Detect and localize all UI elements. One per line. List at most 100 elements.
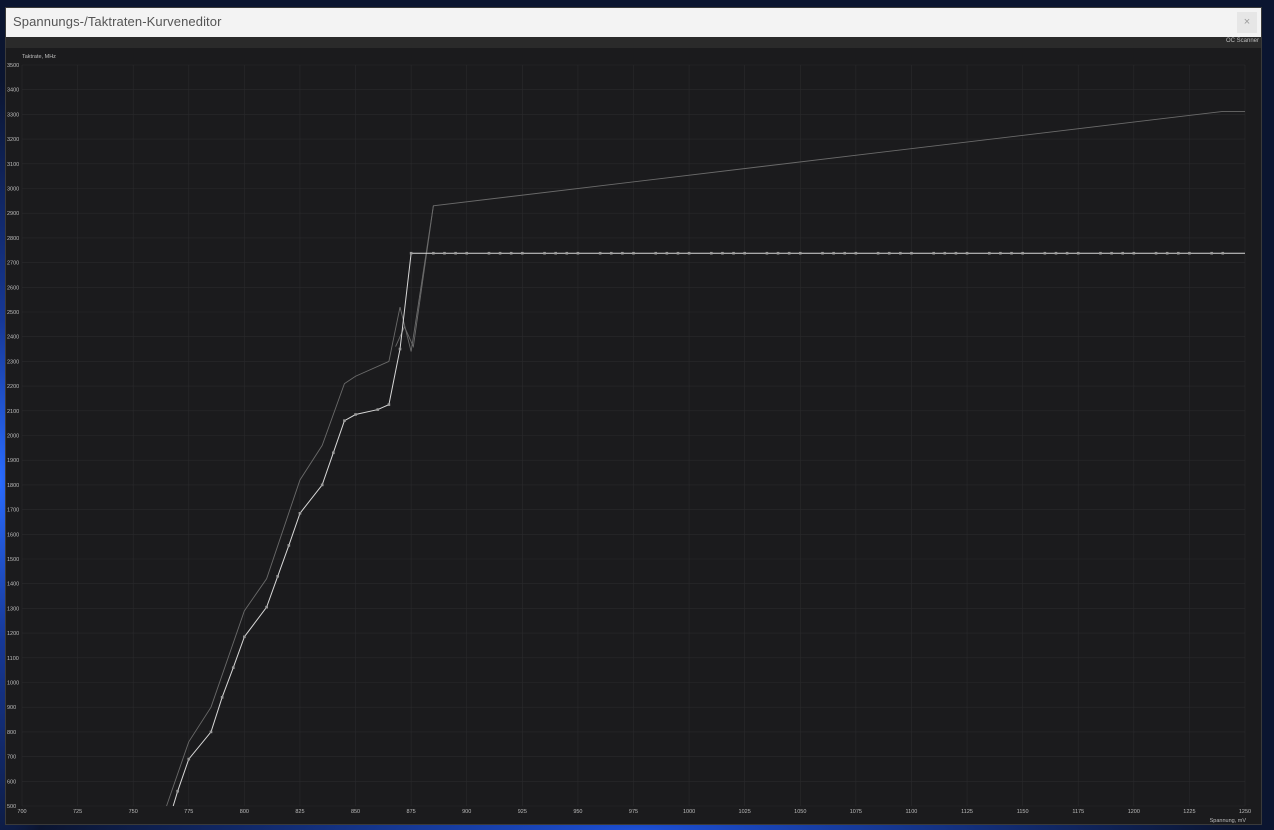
curve-point[interactable] xyxy=(965,251,969,255)
y-tick-label: 2700 xyxy=(7,261,19,267)
x-tick-label: 1100 xyxy=(906,809,918,815)
curve-point[interactable] xyxy=(843,251,847,255)
curve-point[interactable] xyxy=(387,403,391,406)
curve-point[interactable] xyxy=(354,413,357,416)
curve-point[interactable] xyxy=(376,408,380,411)
curve-point[interactable] xyxy=(543,251,546,255)
curve-point[interactable] xyxy=(276,574,280,578)
curve-point[interactable] xyxy=(1154,251,1158,255)
curve-point[interactable] xyxy=(554,251,557,255)
curve-point[interactable] xyxy=(320,483,324,487)
close-button[interactable]: × xyxy=(1237,12,1257,33)
curve-point[interactable] xyxy=(176,789,179,793)
oc-scanner-button[interactable]: OC Scanner xyxy=(1226,38,1259,44)
chart-area[interactable]: 700 725 750 775 800 825 850 875 900 925 950 975 1000… xyxy=(6,48,1261,825)
curve-point[interactable] xyxy=(621,251,624,255)
y-tick-label: 500 xyxy=(7,804,16,810)
curve-point[interactable] xyxy=(1043,251,1047,255)
curve-point[interactable] xyxy=(332,451,335,455)
curve-point[interactable] xyxy=(454,251,457,255)
curve-point[interactable] xyxy=(220,696,224,699)
curve-point[interactable] xyxy=(1010,251,1013,255)
curve-point[interactable] xyxy=(1099,251,1102,255)
curve-point[interactable] xyxy=(1132,251,1136,255)
curve-point[interactable] xyxy=(999,251,1002,255)
curve-point[interactable] xyxy=(1165,251,1169,255)
curve-point[interactable] xyxy=(676,251,680,255)
x-tick-label: 950 xyxy=(573,809,582,815)
curve-point[interactable] xyxy=(932,251,935,255)
curve-point[interactable] xyxy=(565,251,569,255)
curve-point[interactable] xyxy=(498,251,502,255)
curve-point[interactable] xyxy=(854,251,858,255)
x-tick-label: 1175 xyxy=(1072,809,1084,815)
curve-point[interactable] xyxy=(1076,251,1080,255)
curve-points[interactable] xyxy=(176,251,1225,793)
curve-point[interactable] xyxy=(343,419,346,422)
x-tick-label: 1125 xyxy=(961,809,973,815)
x-tick-label: 1050 xyxy=(794,809,806,815)
curve-point[interactable] xyxy=(732,251,735,255)
frequency-curve[interactable] xyxy=(172,252,1245,807)
curve-point[interactable] xyxy=(798,251,802,255)
curve-point[interactable] xyxy=(765,251,769,255)
x-tick-label: 700 xyxy=(17,809,26,815)
curve-point[interactable] xyxy=(1110,251,1113,255)
curve-point[interactable] xyxy=(910,251,913,255)
y-tick-label: 2100 xyxy=(7,409,19,415)
curve-point[interactable] xyxy=(231,666,235,669)
curve-point[interactable] xyxy=(1021,251,1024,255)
curve-point[interactable] xyxy=(432,251,435,255)
y-tick-label: 2200 xyxy=(7,384,19,390)
y-tick-label: 1700 xyxy=(7,508,19,514)
curve-point[interactable] xyxy=(987,251,991,255)
curve-point[interactable] xyxy=(832,251,835,255)
curve-point[interactable] xyxy=(821,251,824,255)
toolbar: OC Scanner xyxy=(6,37,1261,48)
curve-point[interactable] xyxy=(509,251,513,255)
curve-point[interactable] xyxy=(609,251,613,255)
curve-point[interactable] xyxy=(187,757,191,761)
curve-point[interactable] xyxy=(1176,251,1180,255)
curve-point[interactable] xyxy=(943,251,947,255)
curve-point[interactable] xyxy=(743,251,746,255)
curve-point[interactable] xyxy=(298,512,302,515)
curve-point[interactable] xyxy=(1221,251,1225,255)
curve-point[interactable] xyxy=(1121,251,1124,255)
title-bar[interactable]: Spannungs-/Taktraten-Kurveneditor × xyxy=(6,8,1261,38)
y-tick-label: 600 xyxy=(7,779,16,785)
y-tick-label: 3100 xyxy=(7,162,19,168)
curve-point[interactable] xyxy=(1188,251,1191,255)
curve-point[interactable] xyxy=(899,251,902,255)
curve-point[interactable] xyxy=(1054,251,1058,255)
curve-point[interactable] xyxy=(265,605,268,609)
curve-point[interactable] xyxy=(665,251,669,255)
curve-point[interactable] xyxy=(776,251,780,255)
curve-point[interactable] xyxy=(721,251,724,255)
curve-point[interactable] xyxy=(443,251,446,255)
curve-point[interactable] xyxy=(576,251,580,255)
curve-point[interactable] xyxy=(954,251,958,255)
curve-point[interactable] xyxy=(887,251,891,255)
voltage-frequency-chart[interactable]: 700 725 750 775 800 825 850 875 900 925 950 975 1000… xyxy=(6,48,1261,825)
curve-point[interactable] xyxy=(487,251,491,255)
x-tick-label: 975 xyxy=(629,809,638,815)
curve-point[interactable] xyxy=(876,251,880,255)
curve-point[interactable] xyxy=(287,544,291,547)
x-tick-label: 800 xyxy=(240,809,249,815)
curve-point[interactable] xyxy=(632,251,635,255)
frequency-curve-line[interactable] xyxy=(172,252,1245,807)
curve-point[interactable] xyxy=(1065,251,1069,255)
curve-point[interactable] xyxy=(710,251,713,255)
curve-point[interactable] xyxy=(1210,251,1213,255)
curve-point[interactable] xyxy=(598,251,602,255)
curve-point[interactable] xyxy=(409,251,413,255)
curve-point[interactable] xyxy=(687,251,691,255)
curve-point[interactable] xyxy=(654,251,658,255)
curve-point[interactable] xyxy=(243,635,246,639)
curve-point[interactable] xyxy=(398,347,402,351)
curve-point[interactable] xyxy=(209,730,213,734)
curve-point[interactable] xyxy=(465,251,469,255)
curve-point[interactable] xyxy=(521,251,524,255)
curve-point[interactable] xyxy=(787,251,791,255)
